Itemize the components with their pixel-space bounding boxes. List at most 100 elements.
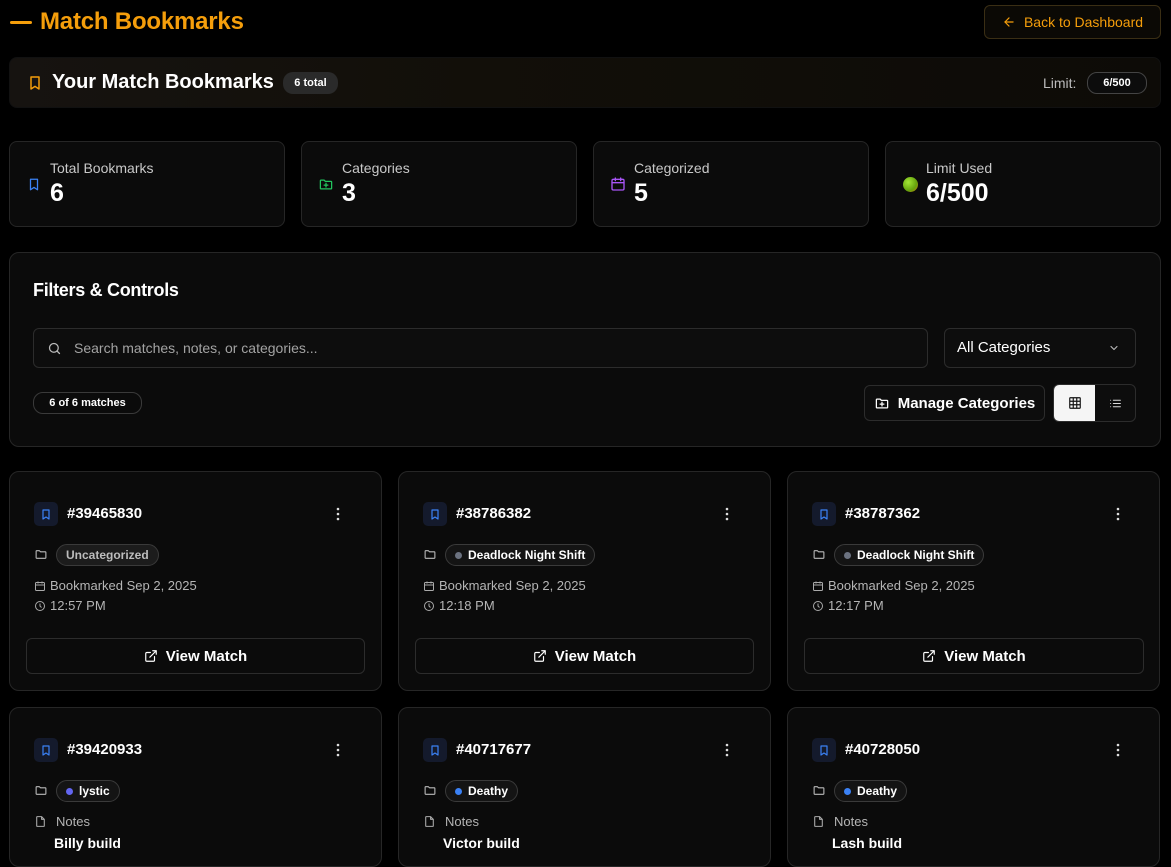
chevron-down-icon — [1110, 345, 1118, 351]
manage-categories-button[interactable]: Manage Categories — [864, 385, 1045, 421]
bookmarked-date: Bookmarked Sep 2, 2025 — [34, 578, 197, 593]
bookmark-icon — [423, 738, 447, 762]
back-button-label: Back to Dashboard — [1023, 14, 1144, 30]
folder-icon — [813, 786, 825, 795]
limit-label: Limit: — [1043, 75, 1077, 91]
bookmark-icon — [29, 178, 39, 191]
view-match-label: View Match — [165, 647, 248, 665]
category-badge: Deadlock Night Shift — [445, 544, 596, 566]
bookmarked-text: Bookmarked Sep 2, 2025 — [439, 578, 586, 593]
view-match-button[interactable]: View Match — [26, 638, 365, 674]
bookmark-card: #38787362 Deadlock Night Shift Bookmarke… — [787, 471, 1160, 691]
external-link-icon — [533, 650, 546, 662]
category-color-dot — [844, 787, 851, 795]
stat-card-categorized: Categorized 5 — [593, 141, 869, 227]
filters-title: Filters & Controls — [33, 280, 179, 300]
view-toggle — [1053, 384, 1136, 422]
folder-icon — [424, 786, 436, 795]
match-id: #40728050 — [845, 741, 921, 758]
category-select-value: All Categories — [957, 339, 1051, 356]
category-badge: Uncategorized — [56, 544, 159, 566]
clock-icon — [424, 600, 434, 611]
folder-icon — [424, 550, 436, 559]
bookmark-icon — [812, 738, 836, 762]
bookmark-card: #38786382 Deadlock Night Shift Bookmarke… — [398, 471, 771, 691]
stat-value: 5 — [634, 179, 648, 207]
notes-header: Notes — [812, 814, 868, 829]
category-label: Deadlock Night Shift — [468, 548, 586, 562]
bookmark-icon — [423, 502, 447, 526]
category-label: Deathy — [468, 784, 509, 798]
match-id: #38786382 — [456, 505, 532, 522]
category-badge: lystic — [56, 780, 120, 802]
stat-value: 6 — [50, 179, 64, 207]
back-to-dashboard-button[interactable]: Back to Dashboard — [984, 5, 1161, 39]
stat-card-categories: Categories 3 — [301, 141, 577, 227]
notes-label: Notes — [445, 814, 479, 829]
category-color-dot — [844, 551, 851, 559]
notes-text: Victor build — [443, 835, 520, 851]
bookmark-card: #40728050 Deathy Notes Lash build — [787, 707, 1160, 867]
limit-badge: 6/500 — [1087, 72, 1147, 94]
folder-plus-icon — [875, 398, 888, 408]
external-link-icon — [923, 650, 936, 662]
stat-card-limit-used: Limit Used 6/500 — [885, 141, 1161, 227]
match-id: #39465830 — [67, 505, 143, 522]
clock-icon — [35, 600, 45, 611]
bookmark-card: #40717677 Deathy Notes Victor build — [398, 707, 771, 867]
calendar-icon — [813, 581, 823, 591]
bookmarked-text: Bookmarked Sep 2, 2025 — [50, 578, 197, 593]
category-badge: Deathy — [445, 780, 519, 802]
grid-view-button[interactable] — [1054, 385, 1095, 421]
category-label: lystic — [79, 784, 110, 798]
folder-icon — [35, 550, 47, 559]
manage-categories-label: Manage Categories — [897, 394, 1036, 412]
bookmarked-text: Bookmarked Sep 2, 2025 — [828, 578, 975, 593]
stat-label: Limit Used — [926, 160, 993, 176]
stat-label: Categorized — [634, 160, 710, 176]
category-color-dot — [455, 551, 462, 559]
category-badge: Deadlock Night Shift — [834, 544, 985, 566]
time-text: 12:57 PM — [50, 598, 106, 613]
category-badge: Deathy — [834, 780, 908, 802]
notes-label: Notes — [56, 814, 90, 829]
list-icon — [1109, 399, 1121, 407]
more-options-icon[interactable] — [1115, 507, 1121, 521]
notes-text: Lash build — [832, 835, 902, 851]
category-color-dot — [455, 787, 462, 795]
time-text: 12:18 PM — [439, 598, 495, 613]
list-view-button[interactable] — [1095, 385, 1135, 421]
calendar-icon — [611, 177, 625, 191]
notes-header: Notes — [34, 814, 90, 829]
folder-icon — [813, 550, 825, 559]
more-options-icon[interactable] — [724, 743, 730, 757]
more-options-icon[interactable] — [1115, 743, 1121, 757]
file-text-icon — [425, 816, 434, 827]
bookmark-icon — [812, 502, 836, 526]
bookmarked-date: Bookmarked Sep 2, 2025 — [423, 578, 586, 593]
bookmark-icon — [34, 738, 58, 762]
banner-title: Your Match Bookmarks — [52, 71, 274, 93]
view-match-button[interactable]: View Match — [804, 638, 1144, 674]
stat-card-total-bookmarks: Total Bookmarks 6 — [9, 141, 285, 227]
arrow-left-icon — [1004, 17, 1014, 27]
bookmark-card: #39420933 lystic Notes Billy build — [9, 707, 382, 867]
search-icon — [48, 342, 61, 355]
view-match-button[interactable]: View Match — [415, 638, 754, 674]
grid-icon — [1068, 397, 1081, 409]
stat-value: 6/500 — [926, 179, 989, 207]
more-options-icon[interactable] — [335, 507, 341, 521]
match-id: #38787362 — [845, 505, 921, 522]
folder-plus-icon — [319, 179, 333, 190]
stat-label: Categories — [342, 160, 410, 176]
category-label: Deathy — [857, 784, 898, 798]
more-options-icon[interactable] — [724, 507, 730, 521]
notes-header: Notes — [423, 814, 479, 829]
bookmark-icon — [30, 76, 40, 90]
more-options-icon[interactable] — [335, 743, 341, 757]
view-match-label: View Match — [944, 647, 1026, 665]
total-badge: 6 total — [283, 72, 338, 94]
calendar-icon — [424, 581, 434, 591]
folder-icon — [35, 786, 47, 795]
bookmarked-date: Bookmarked Sep 2, 2025 — [812, 578, 975, 593]
